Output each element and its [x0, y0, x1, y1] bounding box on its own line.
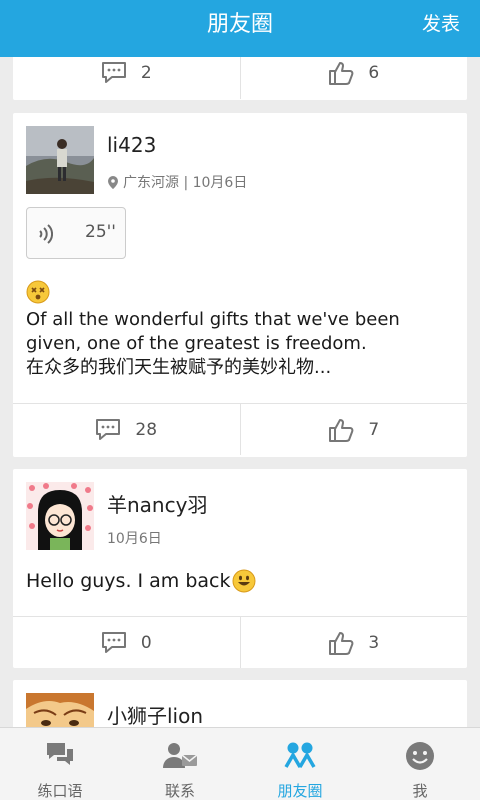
- smiley-profile-icon: [406, 742, 434, 770]
- contacts-icon: [163, 743, 198, 768]
- avatar-cartoon: [26, 693, 94, 727]
- thumbs-up-icon: [329, 418, 354, 442]
- nav-label: 练口语: [37, 782, 83, 800]
- avatar[interactable]: [26, 126, 94, 194]
- friends-circle-icon: [284, 742, 316, 768]
- post-date: 10月6日: [107, 531, 162, 547]
- avatar-cartoon: [26, 482, 94, 550]
- post-actions: 2 6: [13, 57, 467, 99]
- username[interactable]: 小狮子lion: [107, 700, 203, 727]
- comment-button[interactable]: 28: [13, 404, 240, 455]
- location-date: 广东河源 | 10月6日: [123, 175, 248, 191]
- comment-icon: [96, 418, 121, 440]
- nav-item-practice[interactable]: 练口语: [0, 728, 120, 800]
- comment-button[interactable]: 0: [13, 617, 240, 668]
- comment-count: 0: [140, 632, 152, 653]
- like-button[interactable]: 3: [239, 617, 468, 668]
- avatar[interactable]: [26, 482, 94, 550]
- voice-message[interactable]: 25'': [26, 207, 126, 259]
- post-text-line: given, one of the greatest is freedom.: [26, 333, 367, 354]
- nav-item-contacts[interactable]: 联系: [120, 728, 240, 800]
- thumbs-up-icon: [329, 62, 354, 85]
- nav-item-me[interactable]: 我: [360, 728, 480, 800]
- post-text-line: 在众多的我们天生被赋予的美妙礼物...: [26, 357, 332, 378]
- username[interactable]: 羊nancy羽: [107, 489, 207, 518]
- post-actions: 0 3: [13, 616, 467, 668]
- smiley-emoji: [232, 569, 256, 593]
- post-button[interactable]: 发表: [422, 0, 460, 48]
- post-card: 2 6: [13, 57, 467, 100]
- post-text-line: Of all the wonderful gifts that we've be…: [26, 309, 400, 330]
- nav-label: 朋友圈: [277, 782, 323, 800]
- sound-wave-icon: [39, 224, 53, 244]
- like-count: 6: [368, 63, 380, 83]
- comment-count: 2: [140, 63, 152, 83]
- nav-label: 联系: [164, 782, 195, 800]
- post-text-body: Hello guys. I am back: [26, 570, 231, 592]
- username[interactable]: li423: [107, 133, 156, 157]
- post-actions: 28 7: [13, 403, 467, 455]
- nav-label: 我: [412, 782, 428, 800]
- avatar[interactable]: [26, 693, 94, 727]
- post-text: Of all the wonderful gifts that we've be…: [26, 308, 456, 380]
- like-count: 3: [368, 632, 380, 653]
- comment-button[interactable]: 2: [13, 57, 240, 99]
- avatar-photo: [26, 126, 94, 194]
- post-card: li423 广东河源 | 10月6日 25'' Of all the wonde…: [13, 113, 467, 457]
- feed-list[interactable]: 2 6 li423 广东河源 | 10月6日 25'' Of all the w…: [0, 57, 480, 727]
- post-meta: 广东河源 | 10月6日: [107, 172, 247, 192]
- thumbs-up-icon: [329, 631, 354, 655]
- dizzy-face-emoji: [26, 280, 50, 308]
- comment-count: 28: [135, 419, 158, 440]
- post-card: 小狮子lion: [13, 680, 467, 727]
- location-pin-icon: [108, 175, 118, 189]
- post-text: Hello guys. I am back: [26, 569, 256, 593]
- page-title: 朋友圈: [206, 12, 273, 37]
- voice-duration: 25'': [85, 222, 116, 242]
- like-button[interactable]: 7: [239, 404, 468, 455]
- like-count: 7: [368, 419, 380, 440]
- comment-icon: [101, 631, 126, 653]
- top-bar: 朋友圈 发表: [0, 0, 480, 57]
- nav-item-moments[interactable]: 朋友圈: [240, 728, 360, 800]
- comment-icon: [101, 62, 126, 83]
- like-button[interactable]: 6: [239, 57, 468, 99]
- chat-bubbles-icon: [47, 743, 73, 765]
- bottom-nav: 练口语 联系 朋友圈 我: [0, 727, 480, 800]
